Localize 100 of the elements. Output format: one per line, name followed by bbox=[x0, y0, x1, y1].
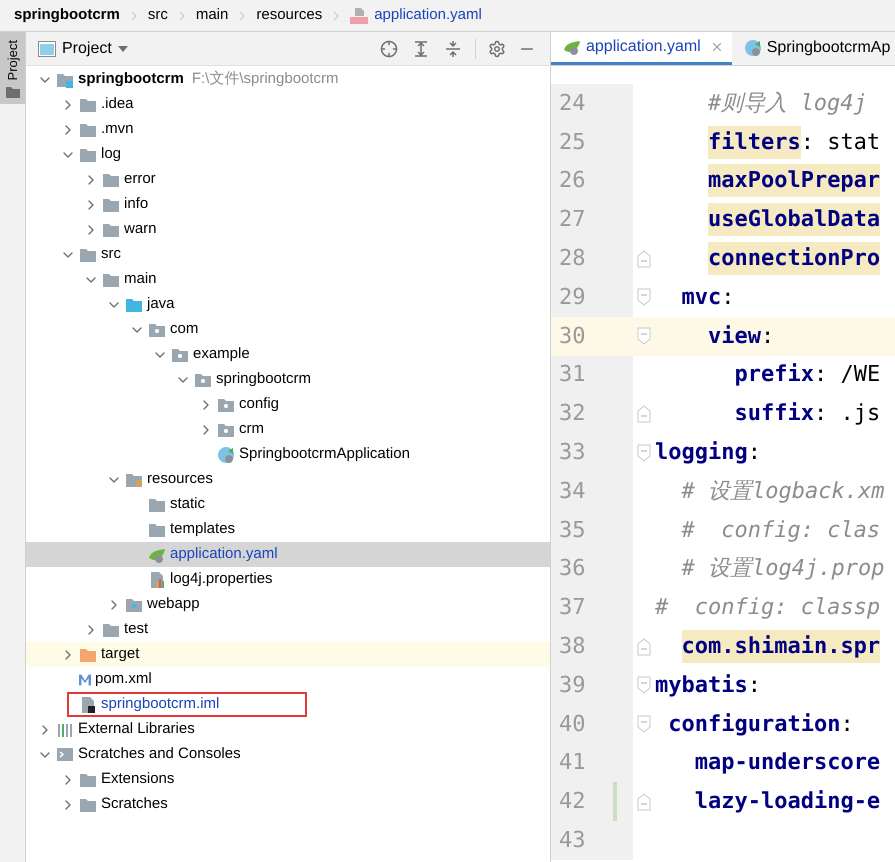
line-number: 36 bbox=[558, 555, 586, 584]
line-number: 40 bbox=[558, 710, 586, 739]
tree-row[interactable]: Extensions bbox=[26, 767, 550, 792]
tree-row[interactable]: log4j.properties bbox=[26, 567, 550, 592]
tree-row[interactable]: config bbox=[26, 392, 550, 417]
line-number: 42 bbox=[558, 788, 586, 816]
tree-row[interactable]: Scratches and Consoles bbox=[26, 742, 550, 767]
code-comment: #则导入 log4j bbox=[708, 90, 867, 118]
code-text: : /WE bbox=[814, 361, 880, 390]
fold-marker-icon[interactable] bbox=[637, 444, 651, 462]
tree-row[interactable]: test bbox=[26, 617, 550, 642]
fold-marker-icon[interactable] bbox=[637, 638, 651, 656]
locate-icon[interactable] bbox=[380, 40, 398, 58]
line-number: 24 bbox=[558, 90, 586, 118]
project-path: F:\文件\springbootcrm bbox=[192, 69, 339, 90]
tree-row[interactable]: .idea bbox=[26, 92, 550, 117]
tree-item-label: config bbox=[239, 394, 280, 414]
code-text: : bbox=[760, 322, 774, 351]
tree-item-label: .idea bbox=[101, 94, 134, 114]
fold-marker-icon[interactable] bbox=[637, 250, 651, 268]
class-icon bbox=[744, 39, 762, 57]
tree-item-label: resources bbox=[147, 469, 213, 490]
tree-item-label: target bbox=[101, 644, 140, 664]
tree-item-label: static bbox=[170, 494, 206, 514]
editor-tab[interactable]: application.yaml bbox=[551, 32, 732, 65]
properties-file-icon bbox=[148, 570, 166, 588]
line-number: 31 bbox=[558, 361, 586, 390]
tree-row[interactable]: example bbox=[26, 342, 550, 367]
scratches-icon bbox=[56, 746, 74, 764]
editor-tab[interactable]: SpringbootcrmAp bbox=[732, 32, 895, 65]
tree-row[interactable]: External Libraries bbox=[26, 717, 550, 742]
collapse-all-icon[interactable] bbox=[444, 40, 462, 58]
tree-row[interactable]: pom.xml bbox=[26, 667, 550, 692]
line-number: 39 bbox=[558, 672, 586, 700]
tree-row[interactable]: SpringbootcrmApplication bbox=[26, 442, 550, 467]
expand-all-icon[interactable] bbox=[412, 40, 430, 58]
yaml-key: filters bbox=[708, 126, 801, 159]
breadcrumb-item[interactable]: springbootcrm bbox=[14, 4, 120, 27]
line-number: 37 bbox=[558, 594, 586, 622]
fold-marker-icon[interactable] bbox=[637, 676, 651, 694]
fold-marker-icon[interactable] bbox=[637, 327, 651, 346]
breadcrumb-item[interactable]: application.yaml bbox=[374, 4, 482, 27]
class-icon bbox=[217, 446, 235, 464]
tree-row[interactable]: static bbox=[26, 492, 550, 517]
tree-row[interactable]: log bbox=[26, 142, 550, 167]
line-number: 28 bbox=[558, 245, 586, 274]
tab-label: application.yaml bbox=[586, 36, 701, 56]
breadcrumb-item[interactable]: src bbox=[148, 4, 168, 27]
code-text: : bbox=[748, 439, 761, 468]
tree-item-label: info bbox=[124, 194, 148, 214]
tree-row[interactable]: java bbox=[26, 292, 550, 317]
fold-marker-icon[interactable] bbox=[637, 288, 651, 306]
breadcrumb-item[interactable]: main bbox=[196, 4, 228, 27]
tree-item-label: test bbox=[124, 619, 148, 640]
fold-marker-icon[interactable] bbox=[637, 715, 651, 734]
tree-row[interactable]: com bbox=[26, 317, 550, 342]
line-number: 26 bbox=[558, 167, 586, 196]
yaml-key: connectionPro bbox=[708, 242, 880, 276]
tree-item-label: webapp bbox=[147, 594, 200, 614]
tree-row[interactable]: src bbox=[26, 242, 550, 267]
tree-row[interactable]: springbootcrm.iml bbox=[26, 692, 550, 717]
line-number: 30 bbox=[558, 322, 586, 351]
line-number: 27 bbox=[558, 206, 586, 234]
line-number: 43 bbox=[558, 827, 586, 856]
yaml-key: mybatis bbox=[655, 668, 748, 702]
fold-marker-icon[interactable] bbox=[637, 404, 651, 423]
yaml-key: configuration bbox=[668, 708, 840, 741]
tree-row[interactable]: info bbox=[26, 192, 550, 217]
fold-marker-icon[interactable] bbox=[637, 792, 651, 811]
tree-row[interactable]: error bbox=[26, 167, 550, 192]
tree-item-label: log bbox=[101, 144, 122, 164]
line-number: 32 bbox=[558, 400, 586, 428]
tree-row[interactable]: application.yaml bbox=[26, 542, 550, 567]
tree-item-label: src bbox=[101, 244, 121, 264]
tree-row[interactable]: crm bbox=[26, 417, 550, 442]
code-text: : bbox=[748, 672, 761, 700]
tree-row[interactable]: .mvn bbox=[26, 117, 550, 142]
tree-row[interactable]: resources bbox=[26, 467, 550, 492]
tree-row[interactable]: Scratches bbox=[26, 792, 550, 817]
tree-row[interactable]: templates bbox=[26, 517, 550, 542]
tree-row[interactable]: target bbox=[26, 642, 550, 667]
line-number: 29 bbox=[558, 284, 586, 312]
project-view-dropdown[interactable]: Project bbox=[62, 36, 128, 60]
tree-item-label: templates bbox=[170, 519, 236, 540]
tree-item-label: warn bbox=[124, 219, 157, 240]
tree-item-label: pom.xml bbox=[95, 669, 152, 690]
yaml-key: suffix bbox=[734, 397, 814, 430]
tree-row[interactable]: springbootcrm bbox=[26, 367, 550, 392]
line-number: 25 bbox=[558, 128, 586, 157]
tree-row[interactable]: main bbox=[26, 267, 550, 292]
tree-row[interactable]: webapp bbox=[26, 592, 550, 617]
yaml-key: lazy-loading-e bbox=[694, 785, 880, 818]
breadcrumb-item[interactable]: resources bbox=[256, 4, 322, 27]
settings-icon[interactable] bbox=[488, 40, 506, 58]
tool-window-tab[interactable]: Project bbox=[0, 32, 25, 104]
tree-row[interactable]: springbootcrm F:\文件\springbootcrm bbox=[26, 67, 550, 92]
code-comment: # config: classp bbox=[655, 594, 880, 622]
tree-row[interactable]: warn bbox=[26, 217, 550, 242]
yaml-key: maxPoolPrepar bbox=[708, 164, 880, 198]
code-text: : stat bbox=[800, 128, 880, 157]
